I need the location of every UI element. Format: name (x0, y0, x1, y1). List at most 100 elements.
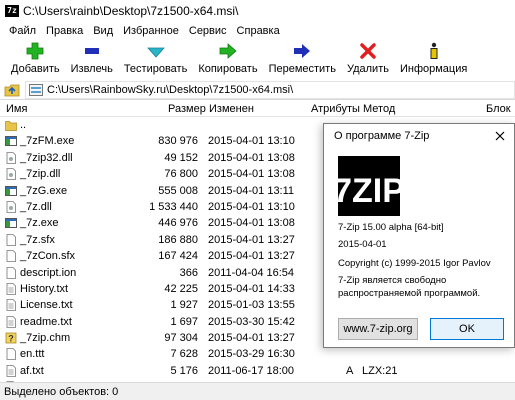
file-size: 1 533 440 (149, 200, 198, 213)
description-line-1: 7-Zip является свободно (338, 275, 447, 286)
menu-bar: Файл Правка Вид Избранное Сервис Справка (0, 22, 515, 40)
menu-help[interactable]: Справка (232, 25, 285, 37)
file-name: .. (20, 119, 27, 131)
move-button[interactable]: Переместить (269, 40, 336, 80)
ok-button[interactable]: OK (430, 318, 504, 340)
column-method[interactable]: Метод (363, 103, 395, 115)
status-text: Выделено объектов: 0 (4, 385, 119, 398)
file-modified: 2015-04-01 13:10 (208, 135, 295, 148)
file-modified: 2011-04-04 16:54 (208, 266, 295, 279)
file-row[interactable]: en.ttt 7 628 2015-03-29 16:30 (0, 346, 515, 362)
info-button[interactable]: Информация (400, 40, 467, 80)
file-name: _7zFM.exe (20, 135, 75, 148)
file-name: License.txt (20, 299, 73, 312)
file-row[interactable]: af.txt 5 176 2011-06-17 18:00 A LZX:21 (0, 363, 515, 379)
file-modified: 2015-03-29 16:30 (208, 348, 295, 361)
file-icon (5, 266, 17, 279)
close-button[interactable] (492, 128, 508, 144)
folder-icon (5, 119, 17, 131)
status-bar: Выделено объектов: 0 (0, 382, 515, 400)
move-arrow-icon (293, 42, 311, 60)
file-icon (5, 348, 17, 361)
file-modified: 2015-04-01 13:08 (208, 151, 295, 164)
column-name[interactable]: Имя (6, 103, 27, 115)
file-name: History.txt (20, 282, 69, 295)
add-label: Добавить (11, 63, 60, 75)
file-size: 7 628 (170, 348, 198, 361)
about-dialog: О программе 7-Zip 7ZIP 7-Zip 15.00 alpha… (323, 123, 515, 348)
menu-tools[interactable]: Сервис (184, 25, 232, 37)
version-text: 7-Zip 15.00 alpha [64-bit] (338, 222, 444, 233)
file-name: _7zip32.dll (20, 151, 73, 164)
file-modified: 2015-01-03 13:55 (208, 299, 295, 312)
file-modified: 2015-04-01 13:27 (208, 233, 295, 246)
chm-icon: ? (5, 332, 17, 344)
close-icon (495, 131, 505, 141)
copy-label: Копировать (198, 63, 258, 75)
exe-icon (5, 185, 17, 197)
copy-arrow-icon (219, 42, 237, 60)
file-size: 186 880 (158, 233, 198, 246)
address-path: C:\Users\RainbowSky.ru\Desktop\7z1500-x6… (47, 83, 294, 96)
copy-button[interactable]: Копировать (198, 40, 258, 80)
extract-button[interactable]: Извлечь (71, 40, 113, 80)
menu-favorites[interactable]: Избранное (118, 25, 184, 37)
column-size[interactable]: Размер (168, 103, 206, 115)
address-field[interactable]: C:\Users\RainbowSky.ru\Desktop\7z1500-x6… (25, 80, 515, 99)
up-folder-button[interactable] (3, 81, 21, 99)
delete-button[interactable]: Удалить (347, 40, 389, 80)
column-block[interactable]: Блок (486, 103, 511, 115)
file-name: _7zG.exe (20, 184, 68, 197)
delete-x-icon (359, 42, 377, 60)
seven-zip-logo: 7ZIP (338, 156, 400, 216)
file-modified: 2015-04-01 14:33 (208, 282, 295, 295)
test-label: Тестировать (123, 63, 188, 75)
file-icon (5, 250, 17, 263)
file-icon (5, 233, 17, 246)
txt-icon (5, 315, 17, 328)
svg-text:?: ? (8, 334, 14, 344)
menu-view[interactable]: Вид (88, 25, 118, 37)
file-size: 97 304 (164, 332, 198, 345)
dll-icon (5, 201, 17, 213)
toolbar: Добавить Извлечь Тестировать Копировать … (0, 40, 515, 80)
exe-icon (5, 135, 17, 147)
file-name: _7z.dll (20, 200, 52, 213)
file-modified: 2011-06-17 18:00 (208, 364, 295, 377)
file-modified: 2015-04-01 13:08 (208, 217, 295, 230)
file-size: 555 008 (158, 184, 198, 197)
dialog-title: О программе 7-Zip (334, 130, 430, 142)
menu-edit[interactable]: Правка (41, 25, 88, 37)
app-icon: 7z (5, 5, 19, 17)
add-button[interactable]: Добавить (11, 40, 60, 80)
test-button[interactable]: Тестировать (123, 40, 188, 80)
file-attributes: A (346, 364, 354, 377)
file-size: 49 152 (164, 151, 198, 164)
file-name: _7zip.dll (20, 168, 61, 181)
file-name: descript.ion (20, 266, 77, 279)
column-modified[interactable]: Изменен (209, 103, 254, 115)
dll-icon (5, 151, 17, 164)
extract-label: Извлечь (70, 63, 113, 75)
window-title: C:\Users\rainb\Desktop\7z1500-x64.msi\ (23, 4, 239, 18)
info-label: Информация (399, 63, 468, 75)
file-modified: 2015-04-01 13:11 (208, 184, 295, 197)
file-modified: 2015-04-01 13:27 (208, 332, 295, 345)
file-size: 42 225 (164, 282, 198, 295)
file-size: 366 (179, 266, 198, 279)
date-text: 2015-04-01 (338, 239, 387, 250)
file-modified: 2015-04-01 13:27 (208, 250, 295, 263)
column-attributes[interactable]: Атрибуты (311, 103, 360, 115)
delete-label: Удалить (346, 63, 389, 75)
move-label: Переместить (268, 63, 336, 75)
plus-icon (26, 42, 44, 60)
file-name: en.ttt (20, 348, 45, 361)
menu-file[interactable]: Файл (4, 25, 41, 37)
website-button[interactable]: www.7-zip.org (338, 318, 418, 340)
info-icon (425, 42, 443, 60)
archive-icon (29, 83, 43, 96)
file-size: 830 976 (158, 135, 198, 148)
file-modified: 2015-04-01 13:08 (208, 168, 295, 181)
address-bar: C:\Users\RainbowSky.ru\Desktop\7z1500-x6… (0, 80, 515, 100)
file-name: _7z.sfx (20, 233, 55, 246)
